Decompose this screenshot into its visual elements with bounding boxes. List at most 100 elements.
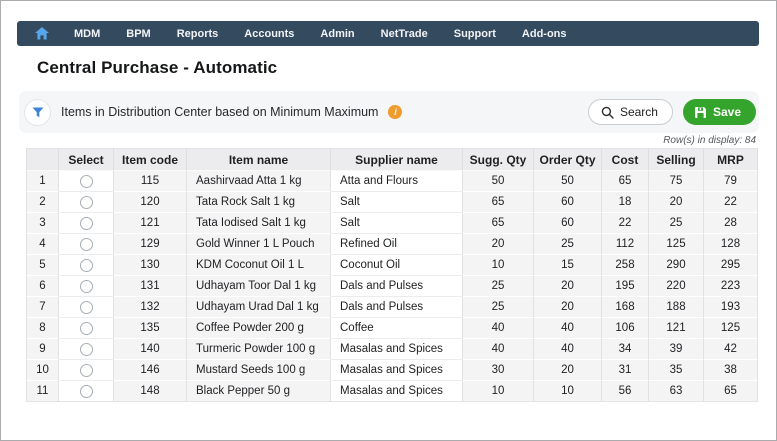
item-name-cell: Coffee Powder 200 g xyxy=(187,318,331,339)
order-qty-cell: 60 xyxy=(534,213,602,234)
row-number-cell: 7 xyxy=(26,297,59,318)
item-code-cell: 135 xyxy=(114,318,187,339)
sugg-qty-cell: 10 xyxy=(463,381,534,402)
header-select: Select xyxy=(59,148,114,171)
item-code-cell: 132 xyxy=(114,297,187,318)
mrp-cell: 193 xyxy=(704,297,758,318)
select-radio[interactable] xyxy=(79,195,93,209)
save-icon xyxy=(694,106,706,118)
item-name-cell: Black Pepper 50 g xyxy=(187,381,331,402)
header-order-qty: Order Qty xyxy=(534,148,602,171)
table-row: 6 131 Udhayam Toor Dal 1 kg Dals and Pul… xyxy=(26,276,758,297)
search-button[interactable]: Search xyxy=(587,99,673,125)
item-code-cell: 146 xyxy=(114,360,187,381)
app-window: MDM BPM Reports Accounts Admin NetTrade … xyxy=(0,0,777,441)
search-button-label: Search xyxy=(619,105,658,119)
row-number-cell: 8 xyxy=(26,318,59,339)
mrp-cell: 223 xyxy=(704,276,758,297)
order-qty-cell: 20 xyxy=(534,276,602,297)
select-radio[interactable] xyxy=(79,216,93,230)
sugg-qty-cell: 30 xyxy=(463,360,534,381)
selling-cell: 188 xyxy=(649,297,704,318)
nav-item-bpm[interactable]: BPM xyxy=(113,28,163,40)
order-qty-cell: 40 xyxy=(534,318,602,339)
item-code-cell: 148 xyxy=(114,381,187,402)
select-radio[interactable] xyxy=(79,258,93,272)
select-radio[interactable] xyxy=(79,321,93,335)
select-radio[interactable] xyxy=(79,363,93,377)
save-button[interactable]: Save xyxy=(682,99,756,125)
item-code-cell: 129 xyxy=(114,234,187,255)
filter-button[interactable] xyxy=(24,98,51,126)
row-number-cell: 3 xyxy=(26,213,59,234)
cost-cell: 258 xyxy=(602,255,649,276)
select-radio[interactable] xyxy=(79,384,93,398)
header-sugg-qty: Sugg. Qty xyxy=(463,148,534,171)
header-item-name: Item name xyxy=(187,148,331,171)
row-number-cell: 6 xyxy=(26,276,59,297)
item-name-cell: Aashirvaad Atta 1 kg xyxy=(187,171,331,192)
order-qty-cell: 10 xyxy=(534,381,602,402)
selling-cell: 63 xyxy=(649,381,704,402)
table-row: 1 115 Aashirvaad Atta 1 kg Atta and Flou… xyxy=(26,171,758,192)
mrp-cell: 65 xyxy=(704,381,758,402)
order-qty-cell: 60 xyxy=(534,192,602,213)
item-name-cell: Udhayam Urad Dal 1 kg xyxy=(187,297,331,318)
row-number-cell: 5 xyxy=(26,255,59,276)
header-supplier: Supplier name xyxy=(331,148,463,171)
cost-cell: 195 xyxy=(602,276,649,297)
select-radio[interactable] xyxy=(79,279,93,293)
item-name-cell: KDM Coconut Oil 1 L xyxy=(187,255,331,276)
sugg-qty-cell: 65 xyxy=(463,192,534,213)
nav-item-reports[interactable]: Reports xyxy=(164,28,232,40)
selling-cell: 39 xyxy=(649,339,704,360)
nav-item-mdm[interactable]: MDM xyxy=(61,28,113,40)
select-radio[interactable] xyxy=(79,237,93,251)
filter-funnel-icon xyxy=(32,107,43,117)
order-qty-cell: 15 xyxy=(534,255,602,276)
select-radio[interactable] xyxy=(79,342,93,356)
select-cell xyxy=(59,360,114,381)
row-number-cell: 9 xyxy=(26,339,59,360)
select-radio[interactable] xyxy=(79,300,93,314)
select-cell xyxy=(59,339,114,360)
nav-item-support[interactable]: Support xyxy=(441,28,509,40)
table-row: 7 132 Udhayam Urad Dal 1 kg Dals and Pul… xyxy=(26,297,758,318)
mrp-cell: 42 xyxy=(704,339,758,360)
sugg-qty-cell: 25 xyxy=(463,297,534,318)
search-icon xyxy=(601,106,614,119)
page-title: Central Purchase - Automatic xyxy=(37,58,278,77)
home-button[interactable] xyxy=(17,27,61,40)
select-radio[interactable] xyxy=(79,174,93,188)
select-cell xyxy=(59,381,114,402)
select-cell xyxy=(59,192,114,213)
sugg-qty-cell: 10 xyxy=(463,255,534,276)
filter-panel: Items in Distribution Center based on Mi… xyxy=(19,91,759,133)
item-name-cell: Tata Rock Salt 1 kg xyxy=(187,192,331,213)
header-cost: Cost xyxy=(602,148,649,171)
selling-cell: 290 xyxy=(649,255,704,276)
header-sno xyxy=(26,148,59,171)
cost-cell: 65 xyxy=(602,171,649,192)
top-nav: MDM BPM Reports Accounts Admin NetTrade … xyxy=(17,21,759,46)
selling-cell: 75 xyxy=(649,171,704,192)
mrp-cell: 28 xyxy=(704,213,758,234)
item-name-cell: Tata Iodised Salt 1 kg xyxy=(187,213,331,234)
supplier-name-cell: Masalas and Spices xyxy=(331,360,463,381)
table-row: 9 140 Turmeric Powder 100 g Masalas and … xyxy=(26,339,758,360)
sugg-qty-cell: 25 xyxy=(463,276,534,297)
nav-item-admin[interactable]: Admin xyxy=(307,28,367,40)
item-name-cell: Turmeric Powder 100 g xyxy=(187,339,331,360)
mrp-cell: 22 xyxy=(704,192,758,213)
table-header: Select Item code Item name Supplier name… xyxy=(26,148,758,171)
table-row: 3 121 Tata Iodised Salt 1 kg Salt 65 60 … xyxy=(26,213,758,234)
nav-item-accounts[interactable]: Accounts xyxy=(231,28,307,40)
nav-item-addons[interactable]: Add-ons xyxy=(509,28,580,40)
nav-item-nettrade[interactable]: NetTrade xyxy=(368,28,441,40)
order-qty-cell: 50 xyxy=(534,171,602,192)
select-cell xyxy=(59,213,114,234)
item-name-cell: Mustard Seeds 100 g xyxy=(187,360,331,381)
info-icon[interactable]: i xyxy=(388,105,403,119)
table-row: 5 130 KDM Coconut Oil 1 L Coconut Oil 10… xyxy=(26,255,758,276)
supplier-name-cell: Masalas and Spices xyxy=(331,381,463,402)
